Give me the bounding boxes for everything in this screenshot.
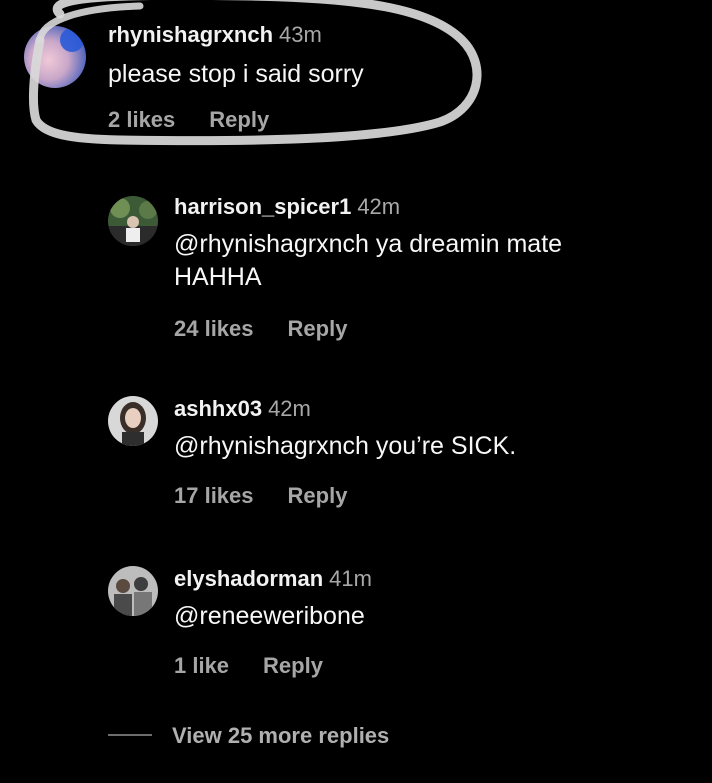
likes-count[interactable]: 1 like <box>174 653 229 679</box>
username[interactable]: ashhx03 <box>174 396 262 421</box>
reply-button[interactable]: Reply <box>209 107 269 133</box>
likes-count[interactable]: 2 likes <box>108 107 175 133</box>
username[interactable]: rhynishagrxnch <box>108 22 273 47</box>
comment-2: harrison_spicer1 42m @rhynishagrxnch ya d… <box>108 190 668 350</box>
comment-3: ashhx03 42m @rhynishagrxnch you’re SICK. … <box>108 392 668 512</box>
avatar-blue-photo-icon <box>24 26 86 88</box>
username[interactable]: elyshadorman <box>174 566 323 591</box>
reply-button[interactable]: Reply <box>288 316 348 342</box>
comment-text: @reneeweribone <box>174 602 365 630</box>
timestamp: 41m <box>329 566 372 591</box>
timestamp: 42m <box>357 194 401 219</box>
avatar[interactable] <box>108 396 158 446</box>
likes-count[interactable]: 17 likes <box>174 483 254 509</box>
divider-line <box>108 734 152 737</box>
avatar-group-photo-icon <box>108 566 158 616</box>
comment-1: rhynishagrxnch 43m please stop i said sor… <box>24 22 484 134</box>
comment-text: @rhynishagrxnch ya dreamin mate HAHHA <box>174 230 563 291</box>
comment-text: please stop i said sorry <box>108 60 364 88</box>
timestamp: 43m <box>279 22 322 47</box>
username[interactable]: harrison_spicer1 <box>174 194 351 219</box>
avatar[interactable] <box>108 566 158 616</box>
view-more-label: View 25 more replies <box>172 723 390 748</box>
avatar[interactable] <box>108 196 158 246</box>
view-more-replies-button[interactable]: View 25 more replies <box>108 722 389 750</box>
comment-4: elyshadorman 41m @reneeweribone 1 like Rep… <box>108 562 668 682</box>
comment-text: @rhynishagrxnch you’re SICK. <box>174 432 517 460</box>
reply-button[interactable]: Reply <box>263 653 323 679</box>
reply-button[interactable]: Reply <box>288 483 348 509</box>
avatar-portrait-photo-icon <box>108 396 158 446</box>
avatar[interactable] <box>24 26 86 88</box>
timestamp: 42m <box>268 396 311 421</box>
avatar-green-photo-icon <box>108 196 158 246</box>
likes-count[interactable]: 24 likes <box>174 316 254 342</box>
